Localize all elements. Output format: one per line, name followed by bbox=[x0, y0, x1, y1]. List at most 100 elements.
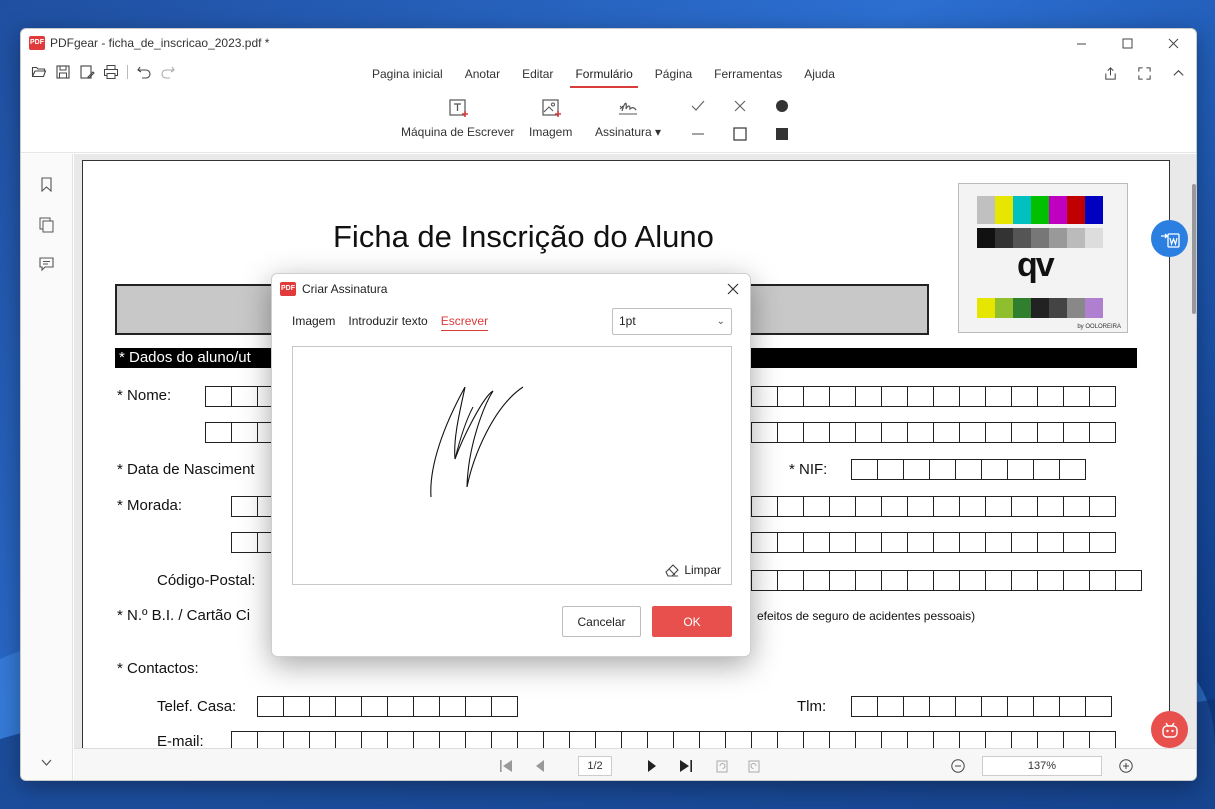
minimize-icon bbox=[1076, 43, 1086, 44]
codigo-postal-boxes[interactable] bbox=[751, 570, 1142, 591]
tab-escrever[interactable]: Escrever bbox=[440, 314, 489, 331]
save-as-button[interactable] bbox=[79, 64, 95, 80]
pdf-to-word-button[interactable] bbox=[1151, 220, 1188, 257]
previous-page-button[interactable] bbox=[532, 758, 548, 774]
next-page-button[interactable] bbox=[644, 758, 660, 774]
tlm-boxes[interactable] bbox=[851, 696, 1112, 717]
status-bar: 1/2 137% bbox=[74, 748, 1196, 780]
stroke-thickness-select[interactable]: 1pt ⌄ bbox=[612, 308, 732, 335]
drawn-signature bbox=[430, 386, 524, 498]
zoom-level-field[interactable]: 137% bbox=[982, 756, 1102, 776]
dot-mark-tool[interactable] bbox=[775, 99, 789, 113]
last-page-button[interactable] bbox=[678, 758, 694, 774]
dialog-close-button[interactable] bbox=[724, 280, 742, 298]
eraser-icon bbox=[665, 564, 680, 577]
menu-pagina[interactable]: Página bbox=[644, 62, 703, 86]
dialog-header: PDF Criar Assinatura bbox=[272, 274, 750, 304]
printer-icon bbox=[104, 65, 118, 79]
save-as-icon bbox=[80, 65, 95, 79]
menu-ajuda[interactable]: Ajuda bbox=[793, 62, 846, 86]
left-sidebar bbox=[21, 154, 73, 780]
dot-icon bbox=[776, 100, 788, 112]
chevron-down-icon bbox=[41, 759, 52, 766]
bookmark-icon bbox=[41, 177, 52, 193]
form-ribbon: Máquina de Escrever Imagem Assinatura ▾ bbox=[21, 89, 1196, 153]
redo-button[interactable] bbox=[160, 64, 176, 80]
menu-pagina-inicial[interactable]: Pagina inicial bbox=[361, 62, 454, 86]
signature-tool[interactable]: Assinatura ▾ bbox=[595, 97, 661, 139]
robot-icon bbox=[1161, 722, 1178, 738]
ai-assistant-button[interactable] bbox=[1151, 711, 1188, 748]
label-nome: * Nome: bbox=[117, 387, 172, 404]
tab-imagem[interactable]: Imagem bbox=[292, 314, 335, 331]
square-outline-icon bbox=[733, 127, 747, 141]
cross-icon bbox=[734, 100, 746, 112]
rotate-left-button[interactable] bbox=[714, 758, 730, 774]
menu-row: Pagina inicial Anotar Editar Formulário … bbox=[21, 59, 1196, 89]
comments-button[interactable] bbox=[38, 256, 55, 273]
tab-introduzir-texto[interactable]: Introduzir texto bbox=[348, 314, 427, 331]
toolbar-separator bbox=[127, 65, 128, 79]
typewriter-tool[interactable]: Máquina de Escrever bbox=[401, 97, 514, 139]
telef-casa-boxes[interactable] bbox=[257, 696, 518, 717]
clear-signature-button[interactable]: Limpar bbox=[664, 562, 721, 578]
cancel-button[interactable]: Cancelar bbox=[562, 606, 641, 637]
first-page-icon bbox=[500, 760, 512, 772]
window-controls bbox=[1058, 29, 1196, 57]
menu-formulario[interactable]: Formulário bbox=[564, 62, 643, 88]
signature-drawing-canvas[interactable]: Limpar bbox=[292, 346, 732, 585]
document-title: Ficha de Inscrição do Aluno bbox=[333, 219, 714, 254]
caret-down-icon: ▾ bbox=[655, 125, 662, 139]
square-outline-tool[interactable] bbox=[733, 127, 747, 141]
test-card-logo: qv bbox=[1017, 246, 1055, 284]
main-menu: Pagina inicial Anotar Editar Formulário … bbox=[361, 59, 846, 89]
convert-to-word-icon bbox=[1160, 232, 1180, 248]
quick-access-toolbar bbox=[31, 64, 176, 80]
square-filled-tool[interactable] bbox=[775, 127, 789, 141]
menu-editar[interactable]: Editar bbox=[511, 62, 564, 86]
pages-icon bbox=[39, 217, 54, 233]
zoom-in-button[interactable] bbox=[1118, 758, 1134, 774]
image-tool[interactable]: Imagem bbox=[529, 97, 572, 139]
menu-anotar[interactable]: Anotar bbox=[454, 62, 511, 86]
maximize-icon bbox=[1122, 38, 1132, 48]
label-contactos: * Contactos: bbox=[117, 660, 199, 677]
cross-mark-tool[interactable] bbox=[733, 99, 747, 113]
line-icon bbox=[692, 133, 704, 135]
zoom-out-button[interactable] bbox=[950, 758, 966, 774]
window-title: PDFgear - ficha_de_inscricao_2023.pdf * bbox=[50, 36, 270, 50]
previous-page-icon bbox=[536, 760, 544, 772]
check-mark-tool[interactable] bbox=[691, 99, 705, 113]
square-filled-icon bbox=[776, 128, 788, 140]
collapse-ribbon-button[interactable] bbox=[1170, 65, 1186, 81]
first-page-button[interactable] bbox=[498, 758, 514, 774]
close-window-button[interactable] bbox=[1150, 29, 1196, 57]
rotate-right-button[interactable] bbox=[746, 758, 762, 774]
open-button[interactable] bbox=[31, 64, 47, 80]
bi-note: efeitos de seguro de acidentes pessoais) bbox=[757, 609, 976, 623]
maximize-button[interactable] bbox=[1104, 29, 1150, 57]
save-button[interactable] bbox=[55, 64, 71, 80]
test-card-image: qv by OOLOREIRA bbox=[958, 183, 1128, 333]
rotate-right-icon bbox=[748, 760, 760, 773]
print-button[interactable] bbox=[103, 64, 119, 80]
undo-button[interactable] bbox=[136, 64, 152, 80]
expand-sidebar-button[interactable] bbox=[38, 754, 55, 771]
bookmarks-button[interactable] bbox=[38, 176, 55, 193]
image-icon bbox=[542, 99, 561, 117]
minimize-button[interactable] bbox=[1058, 29, 1104, 57]
last-page-icon bbox=[680, 760, 692, 772]
clear-label: Limpar bbox=[684, 563, 721, 577]
ok-button[interactable]: OK bbox=[652, 606, 732, 637]
title-bar: PDF PDFgear - ficha_de_inscricao_2023.pd… bbox=[21, 29, 1196, 57]
nif-boxes[interactable] bbox=[851, 459, 1086, 480]
thumbnails-button[interactable] bbox=[38, 216, 55, 233]
fullscreen-button[interactable] bbox=[1136, 65, 1152, 81]
menu-ferramentas[interactable]: Ferramentas bbox=[703, 62, 793, 86]
label-bi: * N.º B.I. / Cartão Ci bbox=[117, 607, 251, 624]
vertical-scrollbar[interactable] bbox=[1192, 184, 1196, 314]
page-number-field[interactable]: 1/2 bbox=[578, 756, 612, 776]
email-boxes[interactable] bbox=[231, 731, 1116, 748]
share-button[interactable] bbox=[1102, 65, 1118, 81]
line-mark-tool[interactable] bbox=[691, 127, 705, 141]
